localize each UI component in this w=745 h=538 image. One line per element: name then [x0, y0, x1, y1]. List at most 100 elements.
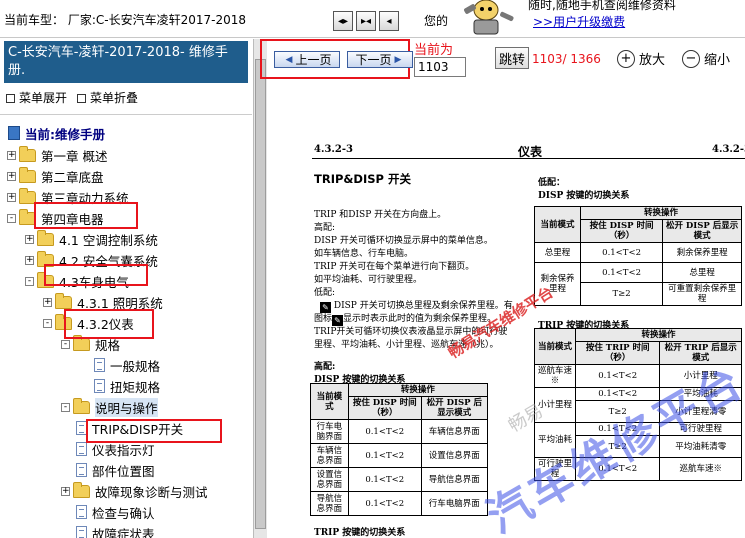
- cell: 可重置剩余保养里程: [662, 282, 742, 306]
- prev-chapter-icon[interactable]: ◂▸: [333, 11, 353, 31]
- next-page-label: 下一页: [355, 53, 392, 67]
- toggle-panel-icon[interactable]: ▸◂: [356, 11, 376, 31]
- paragraph-text: 图标: [314, 314, 333, 324]
- document-icon: [94, 358, 105, 372]
- mascot-icon: [464, 0, 514, 35]
- page-number-input[interactable]: [414, 57, 466, 77]
- cell: 总里程: [662, 262, 742, 283]
- zoom-in-button[interactable]: + 放大: [617, 49, 665, 68]
- next-page-button[interactable]: 下一页 ▶: [347, 51, 413, 68]
- cell: 导航信息界面: [310, 491, 349, 516]
- document-icon: [76, 526, 87, 538]
- collapse-toggle-icon[interactable]: -: [25, 276, 34, 286]
- col-current-mode: 当前模式: [534, 328, 576, 365]
- zoom-in-icon: +: [617, 49, 635, 68]
- left-panel: C-长安汽车-凌轩-2017-2018- 维修手册. 菜单展开 菜单折叠 当前:…: [0, 39, 252, 538]
- manual-title: C-长安汽车-凌轩-2017-2018- 维修手册.: [4, 41, 248, 83]
- cell: 巡航车速※: [659, 457, 742, 481]
- manual-page: 4.3.2-3 仪表 4.3.2-3 TRIP&DISP 开关 TRIP 和DI…: [268, 85, 745, 538]
- document-icon: [76, 442, 87, 456]
- expand-toggle-icon[interactable]: +: [61, 486, 70, 496]
- page-header-left: 4.3.2-3: [314, 144, 353, 155]
- cell: 设置信息界面: [310, 467, 349, 492]
- right-arrow-icon: ▶: [394, 54, 402, 65]
- paragraph: DISP 开关可循环切换显示屏中的菜单信息。: [314, 236, 493, 246]
- table-row: 剩余保养里程 0.1<T<2 总里程: [534, 262, 742, 306]
- zoom-out-label: 缩小: [704, 53, 731, 68]
- tree-item-general-spec[interactable]: 一般规格: [94, 355, 160, 375]
- paragraph: TRIP 开关可在每个菜单进行向下翻页。: [314, 262, 475, 272]
- highlight-box: [34, 202, 138, 229]
- document-icon: [94, 379, 105, 393]
- tree-item-inspection[interactable]: 检查与确认: [76, 502, 155, 522]
- tree-item-symptom-table[interactable]: 故障症状表: [76, 523, 155, 538]
- tree-item-description[interactable]: - 说明与操作: [61, 397, 158, 417]
- document-viewer[interactable]: 4.3.2-3 仪表 4.3.2-3 TRIP&DISP 开关 TRIP 和DI…: [268, 85, 745, 538]
- nav-icon-group: ◂▸ ▸◂ ◂: [333, 11, 399, 31]
- tree-scrollbar[interactable]: [253, 39, 267, 538]
- expand-toggle-icon[interactable]: +: [7, 171, 16, 181]
- folder-icon: [73, 481, 90, 498]
- zoom-out-button[interactable]: − 缩小: [682, 49, 730, 68]
- menu-collapse-button[interactable]: 菜单折叠: [77, 89, 138, 106]
- table-row: 总里程 0.1<T<2 剩余保养里程: [534, 242, 742, 263]
- table-row: 设置信息界面 0.1<T<2 导航信息界面: [310, 467, 489, 492]
- back-icon[interactable]: ◂: [379, 11, 399, 31]
- paragraph-text: 显示时表示此时的值为剩余保养里程。: [343, 314, 497, 324]
- tree-item-label: 故障症状表: [92, 526, 155, 538]
- tree-item-4-1[interactable]: + 4.1 空调控制系统: [25, 229, 158, 249]
- table-row: 行车电脑界面 0.1<T<2 车辆信息界面: [310, 419, 489, 444]
- collapse-toggle-icon[interactable]: -: [7, 213, 16, 223]
- paragraph: 高配:: [314, 223, 336, 233]
- wrench-icon: ✎: [332, 315, 344, 326]
- tree-item-ch1[interactable]: + 第一章 概述: [7, 145, 107, 165]
- cell: 车辆信息界面: [310, 443, 349, 468]
- cell: 剩余保养里程: [662, 242, 742, 263]
- cell: 设置信息界面: [420, 443, 489, 468]
- paragraph-text: DISP 开关可切换总里程及剩余保养里程。有: [333, 301, 513, 311]
- zoom-out-icon: −: [682, 49, 700, 68]
- section-title: TRIP&DISP 开关: [314, 172, 411, 186]
- wrench-icon: ✎: [320, 302, 331, 313]
- tree-item-label: 第二章底盘: [41, 169, 104, 185]
- tree-root[interactable]: 当前:维修手册: [8, 123, 105, 143]
- expand-toggle-icon[interactable]: +: [25, 234, 34, 244]
- car-type-label: 当前车型：: [4, 13, 65, 27]
- top-bar: 当前车型： 厂家:C-长安汽车凌轩2017-2018 ◂▸ ▸◂ ◂ 您的 随时…: [0, 0, 745, 38]
- page-count: 1103/ 1366: [532, 52, 601, 66]
- collapse-toggle-icon[interactable]: -: [61, 339, 70, 349]
- cell: 0.1<T<2: [347, 419, 422, 444]
- tree-item-torque-spec[interactable]: 扭矩规格: [94, 376, 160, 396]
- expand-toggle-icon[interactable]: +: [43, 297, 52, 307]
- tree-item-component-location[interactable]: 部件位置图: [76, 460, 155, 480]
- expand-toggle-icon[interactable]: +: [25, 255, 34, 265]
- cell: T≥2: [579, 282, 664, 306]
- cell: 0.1<T<2: [579, 262, 664, 283]
- cell: 行车电脑界面: [310, 419, 349, 444]
- label-high: 高配:: [314, 362, 336, 372]
- collapse-toggle-icon[interactable]: -: [43, 318, 52, 328]
- col-press-disp: 按住 DISP 时间（秒）: [579, 219, 664, 243]
- label-disp-low: DISP 按键的切换关系: [538, 191, 630, 201]
- cell: 0.1<T<2: [574, 364, 661, 388]
- cell: 巡航车速※: [534, 364, 576, 388]
- expand-toggle-icon[interactable]: +: [7, 192, 16, 202]
- paragraph: 如车辆信息、行车电脑。: [314, 249, 414, 259]
- tree-operations: 菜单展开 菜单折叠: [6, 89, 138, 106]
- col-current-mode: 当前模式: [534, 206, 581, 243]
- folder-icon: [55, 292, 72, 309]
- collapse-toggle-icon[interactable]: -: [61, 402, 70, 412]
- page-header-right: 4.3.2-3: [712, 144, 745, 155]
- document-icon: [76, 505, 87, 519]
- scrollbar-thumb[interactable]: [255, 59, 266, 529]
- col-release-disp: 松开 DISP 后显示模式: [662, 219, 742, 243]
- tree-item-ch2[interactable]: + 第二章底盘: [7, 166, 104, 186]
- prev-page-button[interactable]: ◀ 上一页: [274, 51, 340, 68]
- tree-item-diagnosis[interactable]: + 故障现象诊断与测试: [61, 481, 208, 501]
- jump-button[interactable]: 跳转: [495, 47, 529, 69]
- current-page-label: 当前为: [414, 43, 454, 58]
- paragraph: TRIP 和DISP 开关在方向盘上。: [314, 210, 447, 220]
- expand-toggle-icon[interactable]: +: [7, 150, 16, 160]
- menu-expand-button[interactable]: 菜单展开: [6, 89, 67, 106]
- upgrade-link[interactable]: >>用户升级缴费: [533, 13, 625, 30]
